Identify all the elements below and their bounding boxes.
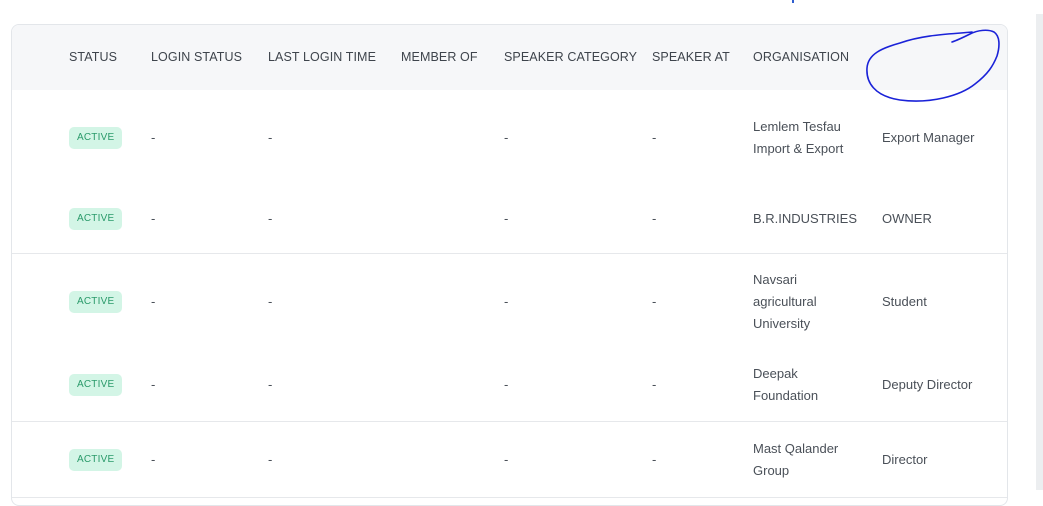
organisation-cell: Mast Qalander Group — [753, 440, 839, 478]
designation-cell: Deputy Director — [882, 377, 973, 392]
designation-cell: Student — [882, 293, 927, 309]
status-badge: ACTIVE — [69, 208, 123, 230]
status-badge: ACTIVE — [69, 448, 123, 471]
status-badge: ACTIVE — [69, 126, 123, 149]
column-header-organisation[interactable]: ORGANISATION — [753, 25, 849, 90]
last-login-time-cell: - — [268, 451, 273, 467]
speaker-at-cell: - — [652, 377, 657, 392]
last-login-time-cell: - — [268, 129, 273, 145]
table-row[interactable]: ACTIVE - - - - Deepak Foundation Deputy … — [12, 349, 1007, 422]
organisation-cell: Deepak Foundation — [753, 366, 819, 403]
last-login-time-cell: - — [268, 211, 273, 226]
organisation-cell: Navsari agricultural University — [753, 271, 817, 331]
designation-cell: Export Manager — [882, 129, 975, 145]
members-table: STATUS LOGIN STATUS LAST LOGIN TIME MEMB… — [11, 24, 1008, 506]
column-header-last-login-time[interactable]: LAST LOGIN TIME — [268, 25, 376, 90]
speaker-category-cell: - — [504, 129, 509, 145]
table-row[interactable]: ACTIVE - - - - Navsari agricultural Univ… — [12, 254, 1007, 350]
table-row[interactable]: ACTIVE - - - - Mast Qalander Group Direc… — [12, 422, 1007, 498]
speaker-category-cell: - — [504, 211, 509, 226]
column-header-member-of[interactable]: MEMBER OF — [401, 25, 478, 90]
speaker-at-cell: - — [652, 293, 657, 309]
vertical-scrollbar[interactable] — [1036, 14, 1043, 490]
table-row[interactable]: ACTIVE - - - - Lemlem Tesfau Import & Ex… — [12, 90, 1007, 186]
ink-dot — [792, 0, 794, 3]
status-cell: ACTIVE — [69, 422, 123, 497]
table-row[interactable]: ACTIVE - - - - B.R.INDUSTRIES OWNER — [12, 185, 1007, 254]
speaker-at-cell: - — [652, 211, 657, 226]
status-cell: ACTIVE — [69, 185, 123, 253]
column-header-status[interactable]: STATUS — [69, 25, 117, 90]
status-cell: ACTIVE — [69, 90, 123, 185]
speaker-category-cell: - — [504, 293, 509, 309]
login-status-cell: - — [151, 211, 156, 226]
last-login-time-cell: - — [268, 293, 273, 309]
login-status-cell: - — [151, 293, 156, 309]
status-badge: ACTIVE — [69, 374, 123, 396]
last-login-time-cell: - — [268, 377, 273, 392]
designation-cell: OWNER — [882, 211, 932, 226]
organisation-cell: Lemlem Tesfau Import & Export — [753, 118, 844, 156]
login-status-cell: - — [151, 451, 156, 467]
organisation-cell: B.R.INDUSTRIES — [753, 211, 858, 226]
login-status-cell: - — [151, 129, 156, 145]
designation-cell: Director — [882, 451, 928, 467]
status-cell: ACTIVE — [69, 254, 123, 349]
column-header-speaker-category[interactable]: SPEAKER CATEGORY — [504, 25, 637, 90]
column-header-login-status[interactable]: LOGIN STATUS — [151, 25, 242, 90]
status-cell: ACTIVE — [69, 349, 123, 421]
status-badge: ACTIVE — [69, 290, 123, 313]
speaker-category-cell: - — [504, 451, 509, 467]
table-header: STATUS LOGIN STATUS LAST LOGIN TIME MEMB… — [12, 25, 1007, 91]
login-status-cell: - — [151, 377, 156, 392]
speaker-category-cell: - — [504, 377, 509, 392]
speaker-at-cell: - — [652, 129, 657, 145]
column-header-speaker-at[interactable]: SPEAKER AT — [652, 25, 730, 90]
speaker-at-cell: - — [652, 451, 657, 467]
